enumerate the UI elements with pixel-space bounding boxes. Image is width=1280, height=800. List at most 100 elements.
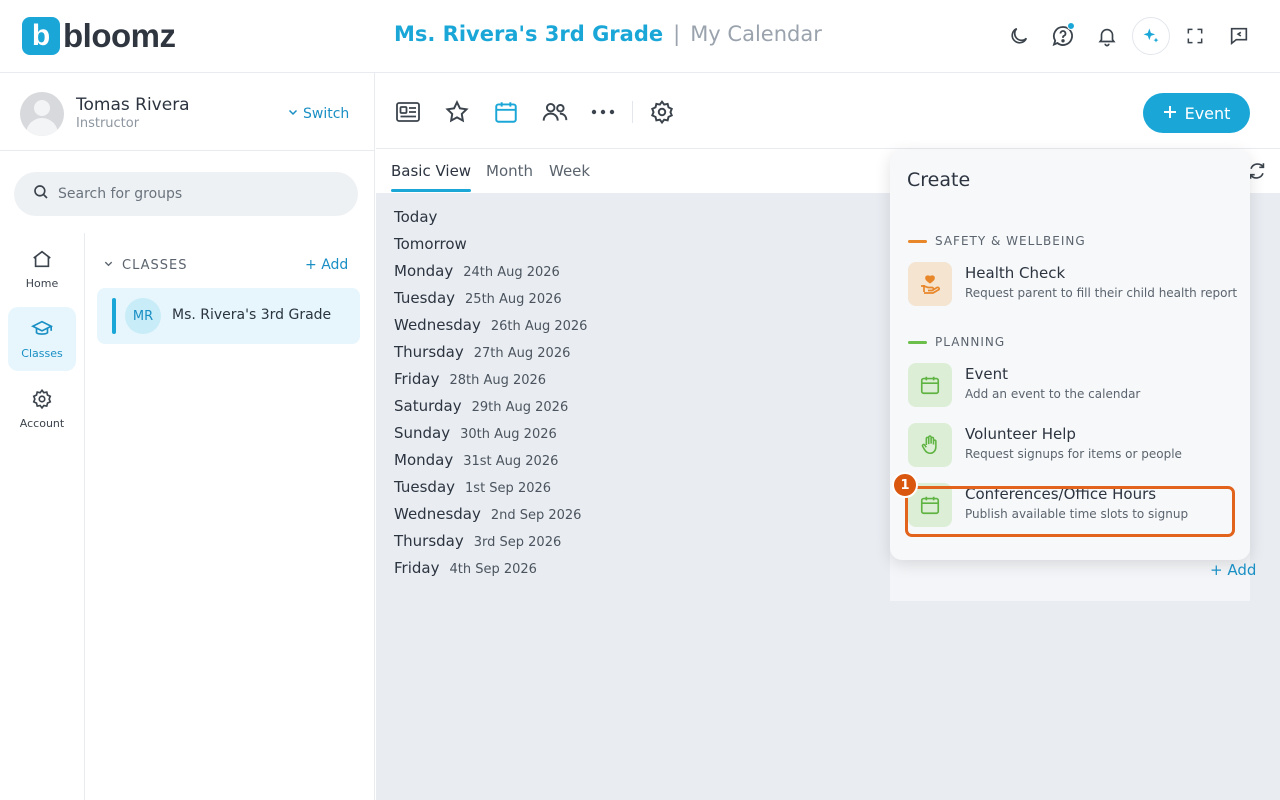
day-row[interactable]: Tuesday 25th Aug 2026 — [394, 289, 562, 307]
page-title-group: Ms. Rivera's 3rd Grade — [394, 22, 664, 46]
classes-section-label: CLASSES — [122, 258, 188, 273]
search-icon — [32, 183, 50, 205]
section-label: SAFETY & WELLBEING — [935, 234, 1086, 248]
day-date: 2nd Sep 2026 — [490, 508, 582, 523]
gear-icon — [31, 388, 53, 413]
create-event[interactable]: Event Add an event to the calendar — [908, 361, 1238, 411]
day-name: Tomorrow — [394, 235, 467, 253]
profile-card-icon[interactable] — [393, 97, 423, 127]
ai-sparkle-icon[interactable] — [1132, 17, 1170, 55]
day-date: 4th Sep 2026 — [449, 562, 537, 577]
day-date: 26th Aug 2026 — [490, 319, 588, 334]
people-icon[interactable] — [540, 97, 570, 127]
help-icon[interactable] — [1044, 17, 1082, 55]
day-name: Today — [394, 208, 438, 226]
settings-icon[interactable] — [647, 97, 677, 127]
day-date: 1st Sep 2026 — [465, 481, 552, 496]
top-icons — [1000, 17, 1258, 55]
day-row[interactable]: Saturday 29th Aug 2026 — [394, 397, 568, 415]
day-row[interactable]: Thursday 27th Aug 2026 — [394, 343, 570, 361]
item-name: Health Check — [965, 264, 1066, 282]
page-title-separator: | — [673, 22, 681, 46]
tab-week[interactable]: Week — [549, 162, 590, 180]
day-date: 25th Aug 2026 — [465, 292, 562, 307]
day-row[interactable]: Friday 28th Aug 2026 — [394, 370, 546, 388]
item-description: Request parent to fill their child healt… — [965, 286, 1238, 300]
section-planning: PLANNING — [908, 335, 1005, 349]
add-class-button[interactable]: + Add — [305, 257, 348, 273]
create-volunteer-help[interactable]: Volunteer Help Request signups for items… — [908, 421, 1238, 471]
graduation-cap-icon — [30, 318, 54, 343]
tab-basic-view[interactable]: Basic View — [391, 162, 471, 180]
day-row[interactable]: Monday 24th Aug 2026 — [394, 262, 560, 280]
step-marker: 1 — [892, 472, 918, 498]
day-name: Friday — [394, 370, 440, 388]
chevron-down-icon — [287, 106, 299, 122]
class-item[interactable]: MR Ms. Rivera's 3rd Grade — [97, 288, 360, 344]
nav-home-label: Home — [25, 277, 59, 290]
user-role: Instructor — [76, 116, 140, 131]
create-health-check[interactable]: Health Check Request parent to fill thei… — [908, 260, 1238, 310]
logo-text: bloomz — [63, 17, 176, 54]
classes-section-toggle[interactable]: CLASSES — [103, 258, 187, 273]
hand-icon — [908, 423, 952, 467]
switch-label: Switch — [303, 106, 350, 122]
top-bar: b bloomz Ms. Rivera's 3rd Grade | My Cal… — [0, 0, 1280, 73]
day-row[interactable]: Monday 31st Aug 2026 — [394, 451, 558, 469]
toolbar-divider — [632, 101, 633, 123]
day-row[interactable]: Sunday 30th Aug 2026 — [394, 424, 557, 442]
day-date: 29th Aug 2026 — [471, 400, 569, 415]
nav-rail: Home Classes Account — [0, 233, 85, 800]
group-toolbar: Event — [376, 73, 1280, 149]
calendar-icon[interactable] — [491, 97, 521, 127]
nav-home[interactable]: Home — [8, 237, 76, 301]
day-date: 27th Aug 2026 — [473, 346, 571, 361]
search-input[interactable] — [58, 186, 318, 202]
avatar[interactable] — [20, 92, 64, 136]
highlight-box — [905, 486, 1235, 537]
active-tab-indicator — [391, 189, 471, 192]
bloomz-logo[interactable]: b bloomz — [22, 17, 176, 55]
item-description: Request signups for items or people — [965, 447, 1182, 461]
day-row[interactable]: Tomorrow — [394, 235, 467, 253]
chevron-down-icon — [103, 258, 114, 273]
day-row[interactable]: Friday 4th Sep 2026 — [394, 559, 537, 577]
calendar-icon — [908, 363, 952, 407]
bell-icon[interactable] — [1088, 17, 1126, 55]
nav-account-label: Account — [19, 417, 65, 430]
nav-classes-label: Classes — [21, 347, 63, 360]
search-box[interactable] — [14, 172, 358, 216]
day-row[interactable]: Today — [394, 208, 437, 226]
star-icon[interactable] — [442, 97, 472, 127]
day-row[interactable]: Tuesday 1st Sep 2026 — [394, 478, 551, 496]
active-indicator — [112, 298, 116, 334]
day-name: Tuesday — [394, 289, 456, 307]
message-icon[interactable] — [1220, 17, 1258, 55]
switch-button[interactable]: Switch — [287, 106, 349, 122]
add-class-label: Add — [321, 257, 349, 273]
add-more-link[interactable]: + Add — [1210, 561, 1256, 579]
plus-icon — [1163, 104, 1177, 123]
day-row[interactable]: Wednesday 2nd Sep 2026 — [394, 505, 581, 523]
day-row[interactable]: Thursday 3rd Sep 2026 — [394, 532, 561, 550]
fullscreen-icon[interactable] — [1176, 17, 1214, 55]
page-title-page: My Calendar — [690, 22, 822, 46]
section-safety-wellbeing: SAFETY & WELLBEING — [908, 234, 1086, 248]
class-name: Ms. Rivera's 3rd Grade — [172, 307, 332, 323]
add-event-button[interactable]: Event — [1143, 93, 1250, 133]
user-name: Tomas Rivera — [76, 95, 190, 115]
day-name: Saturday — [394, 397, 462, 415]
plus-icon: + — [305, 257, 317, 273]
groups-panel: CLASSES + Add MR Ms. Rivera's 3rd Grade — [85, 233, 375, 800]
day-name: Monday — [394, 451, 454, 469]
moon-icon[interactable] — [1000, 17, 1038, 55]
day-row[interactable]: Wednesday 26th Aug 2026 — [394, 316, 587, 334]
notification-dot — [1067, 22, 1075, 30]
search-area — [0, 151, 375, 233]
class-initials: MR — [125, 298, 161, 334]
nav-account[interactable]: Account — [8, 377, 76, 441]
day-name: Wednesday — [394, 505, 481, 523]
tab-month[interactable]: Month — [486, 162, 533, 180]
more-icon[interactable] — [588, 97, 618, 127]
nav-classes[interactable]: Classes — [8, 307, 76, 371]
